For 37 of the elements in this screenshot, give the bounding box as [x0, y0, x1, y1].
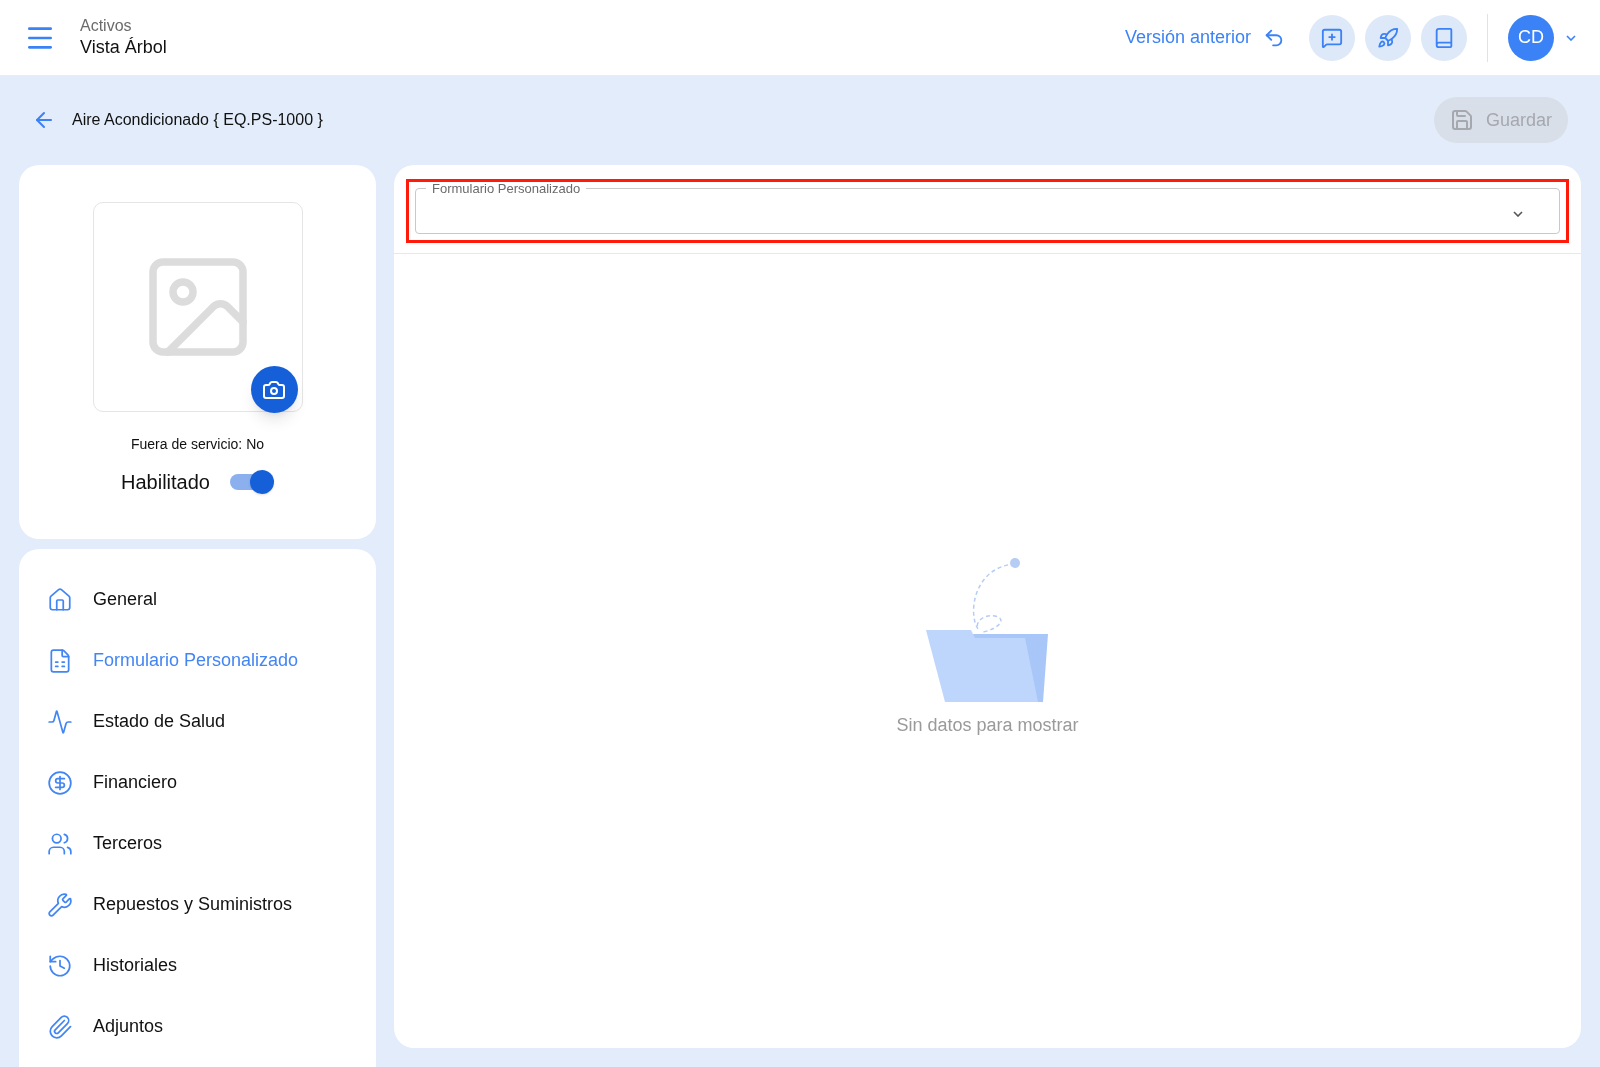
home-icon: [47, 586, 73, 613]
dollar-icon: [47, 769, 73, 796]
sidebar-item[interactable]: Financiero: [47, 752, 348, 813]
page-title: Vista Árbol: [80, 36, 167, 59]
sidebar-item[interactable]: General: [47, 569, 348, 630]
form-select-field[interactable]: Formulario Personalizado: [415, 182, 1560, 234]
sidebar-item[interactable]: Terceros: [47, 813, 348, 874]
book-button[interactable]: [1421, 14, 1467, 61]
enabled-switch[interactable]: [229, 470, 274, 494]
book-icon: [1433, 26, 1455, 49]
history-icon: [47, 952, 73, 979]
paperclip-icon: [47, 1013, 73, 1040]
sidebar-item[interactable]: Estado de Salud: [47, 691, 348, 752]
field-label: Formulario Personalizado: [431, 182, 582, 195]
sidebar-item[interactable]: Adjuntos: [47, 996, 348, 1057]
sidebar-item[interactable]: Repuestos y Suministros: [47, 874, 348, 935]
save-icon: [1449, 108, 1474, 132]
tools-icon: [47, 891, 73, 918]
user-avatar[interactable]: CD: [1508, 14, 1554, 61]
heartbeat-icon: [47, 708, 73, 735]
sidebar-item[interactable]: Historiales: [47, 935, 348, 996]
out-of-service-text: Fuera de servicio: No: [130, 435, 265, 454]
people-icon: [47, 830, 73, 857]
rocket-button[interactable]: [1365, 14, 1411, 61]
enabled-label: Habilitado: [121, 470, 210, 495]
caret-icon: [1513, 211, 1523, 217]
empty-state-message: Sin datos para mostrar: [896, 713, 1079, 737]
rocket-icon: [1377, 26, 1399, 49]
asset-title: Aire Acondicionado { EQ.PS-1000 }: [72, 110, 323, 130]
chat-icon: [1321, 26, 1343, 49]
form-icon: [47, 647, 73, 674]
camera-button[interactable]: [250, 366, 298, 413]
caret-icon[interactable]: [1566, 34, 1576, 41]
sidebar-item[interactable]: Formulario Personalizado: [47, 630, 348, 691]
previous-version-link[interactable]: Versión anterior: [1124, 24, 1285, 51]
section-label: Activos: [80, 16, 133, 37]
chat-button[interactable]: [1309, 14, 1355, 61]
